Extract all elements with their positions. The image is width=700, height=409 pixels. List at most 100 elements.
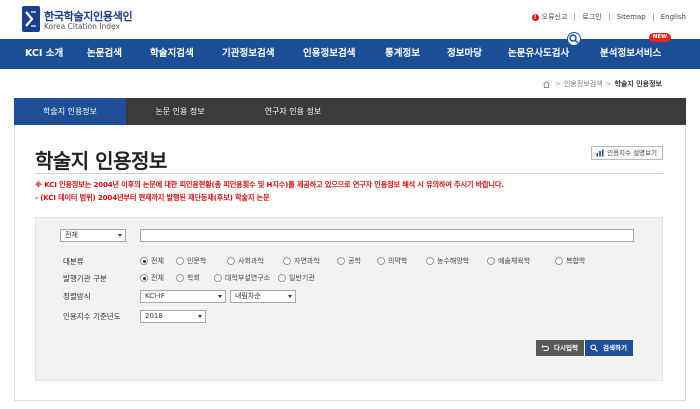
search-button[interactable]: 검색하기 xyxy=(585,340,633,356)
chevron-down-icon xyxy=(288,295,292,298)
top-header: 한국학술지인용색인 Korea Citation Index ! 오류신고 로그… xyxy=(0,0,700,38)
radio-button xyxy=(176,274,184,282)
sub-tabs: 학술지 인용정보 논문 인용 정보 연구자 인용 정보 xyxy=(14,98,686,125)
tab-journal-citation[interactable]: 학술지 인용정보 xyxy=(14,98,126,125)
radio-category-all[interactable]: 전체 xyxy=(140,256,164,266)
tab-paper-citation[interactable]: 논문 인용 정보 xyxy=(126,98,234,125)
radio-category-natural[interactable]: 자연과학 xyxy=(283,256,320,266)
util-link-sitemap[interactable]: Sitemap xyxy=(617,13,646,21)
radio-button xyxy=(227,257,235,265)
radio-button xyxy=(555,257,563,265)
radio-label: 의약학 xyxy=(388,257,408,265)
search-icon xyxy=(590,344,598,352)
keyword-input[interactable] xyxy=(140,229,634,242)
breadcrumb-separator: > xyxy=(605,80,612,88)
sort-value: KCI-IF xyxy=(145,292,165,300)
radio-button xyxy=(487,257,495,265)
radio-label: 자연과학 xyxy=(294,257,320,265)
nav-citation-search[interactable]: 인용정보검색 xyxy=(303,39,355,69)
search-icon[interactable] xyxy=(567,32,581,46)
radio-button xyxy=(426,257,434,265)
reset-button-label: 다시입력 xyxy=(554,344,578,352)
logo-title-en: Korea Citation Index xyxy=(44,22,120,31)
year-select[interactable]: 2018 xyxy=(140,310,206,323)
radio-button xyxy=(140,274,148,282)
search-panel: 전체 대분류 전체 인문학 사회과학 자연과학 공학 의약학 농수해양학 예술체… xyxy=(35,217,663,381)
radio-button xyxy=(377,257,385,265)
radio-category-humanities[interactable]: 인문학 xyxy=(176,256,206,266)
radio-label: 대학부설연구소 xyxy=(225,274,271,282)
util-link-report[interactable]: 오류신고 xyxy=(542,12,568,22)
radio-label: 농수해양학 xyxy=(437,257,470,265)
radio-label: 공학 xyxy=(348,257,361,265)
radio-button xyxy=(337,257,345,265)
tab-researcher-citation[interactable]: 연구자 인용 정보 xyxy=(234,98,352,125)
notice-data-range: - (KCI 데이터 범위) 2004년부터 현재까지 발행된 재단등재(후보)… xyxy=(35,193,270,202)
kci-logo[interactable]: 한국학술지인용색인 Korea Citation Index xyxy=(22,6,182,34)
radio-category-social[interactable]: 사회과학 xyxy=(227,256,264,266)
year-label: 인용지수 기준년도 xyxy=(63,312,121,321)
year-value: 2018 xyxy=(145,312,163,320)
radio-category-arts[interactable]: 예술체육학 xyxy=(487,256,530,266)
radio-label: 전체 xyxy=(151,274,164,282)
nav-kci-intro[interactable]: KCI 소개 xyxy=(25,39,63,69)
radio-publisher-all[interactable]: 전체 xyxy=(140,273,164,283)
guide-button-label: 인용지수 설명보기 xyxy=(607,149,657,157)
nav-journal-search[interactable]: 학술지검색 xyxy=(150,39,194,69)
util-link-login[interactable]: 로그인 xyxy=(582,12,601,22)
radio-publisher-society[interactable]: 학회 xyxy=(176,273,200,283)
radio-label: 인문학 xyxy=(187,257,207,265)
radio-button xyxy=(278,274,286,282)
publisher-label: 발행기관 구분 xyxy=(63,274,107,283)
divider xyxy=(608,13,610,21)
undo-icon xyxy=(541,344,549,352)
radio-category-medicine[interactable]: 의약학 xyxy=(377,256,407,266)
title-divider xyxy=(35,173,663,174)
radio-button xyxy=(283,257,291,265)
sort-select[interactable]: KCI-IF xyxy=(140,290,226,303)
radio-category-complex[interactable]: 복합학 xyxy=(555,256,585,266)
radio-label: 학회 xyxy=(187,274,200,282)
breadcrumb-separator: > xyxy=(555,80,561,88)
main-content: 학술지 인용정보 인용지수 설명보기 ※ KCI 인용정보는 2004년 이후의… xyxy=(14,125,686,401)
radio-label: 전체 xyxy=(151,257,164,265)
radio-category-engineering[interactable]: 공학 xyxy=(337,256,361,266)
nav-statistics[interactable]: 통계정보 xyxy=(385,39,420,69)
radio-label: 복합학 xyxy=(566,257,586,265)
chart-icon xyxy=(596,149,604,157)
report-error-icon: ! xyxy=(531,13,539,21)
nav-paper-search[interactable]: 논문검색 xyxy=(87,39,122,69)
magnifier-icon xyxy=(569,34,579,44)
radio-publisher-university-institute[interactable]: 대학부설연구소 xyxy=(214,273,270,283)
nav-similarity-check[interactable]: 논문유사도검사 xyxy=(508,39,569,69)
breadcrumb-current: 학술지 인용정보 xyxy=(614,80,662,88)
radio-publisher-general[interactable]: 일반기관 xyxy=(278,273,315,283)
radio-button xyxy=(214,274,222,282)
search-field-select[interactable]: 전체 xyxy=(60,229,126,242)
home-icon[interactable] xyxy=(543,80,550,88)
breadcrumb-citation-search[interactable]: 인용정보검색 xyxy=(564,79,603,89)
radio-button xyxy=(176,257,184,265)
chevron-down-icon xyxy=(218,295,222,298)
util-link-english[interactable]: English xyxy=(661,13,686,21)
radio-label: 일반기관 xyxy=(289,274,315,282)
order-value: 내림차순 xyxy=(235,292,261,300)
search-button-label: 검색하기 xyxy=(603,344,627,352)
reset-button[interactable]: 다시입력 xyxy=(536,340,584,356)
nav-institution-search[interactable]: 기관정보검색 xyxy=(222,39,274,69)
notice-citation-info: ※ KCI 인용정보는 2004년 이후의 논문에 대한 피인용현황(총 피인용… xyxy=(35,180,504,189)
divider xyxy=(574,13,576,21)
search-field-value: 전체 xyxy=(65,231,78,239)
chevron-down-icon xyxy=(198,315,202,318)
radio-button xyxy=(140,257,148,265)
breadcrumb: > 인용정보검색 > 학술지 인용정보 xyxy=(543,79,662,89)
radio-label: 사회과학 xyxy=(238,257,264,265)
nav-analysis-service[interactable]: 분석정보서비스 xyxy=(600,39,661,69)
citation-guide-button[interactable]: 인용지수 설명보기 xyxy=(591,146,663,160)
order-select[interactable]: 내림차순 xyxy=(230,290,296,303)
page-title: 학술지 인용정보 xyxy=(35,149,167,173)
kci-logo-icon xyxy=(22,6,40,32)
main-nav: KCI 소개 논문검색 학술지검색 기관정보검색 인용정보검색 통계정보 정보마… xyxy=(0,39,700,69)
radio-category-agriculture[interactable]: 농수해양학 xyxy=(426,256,469,266)
nav-info-forum[interactable]: 정보마당 xyxy=(447,39,482,69)
